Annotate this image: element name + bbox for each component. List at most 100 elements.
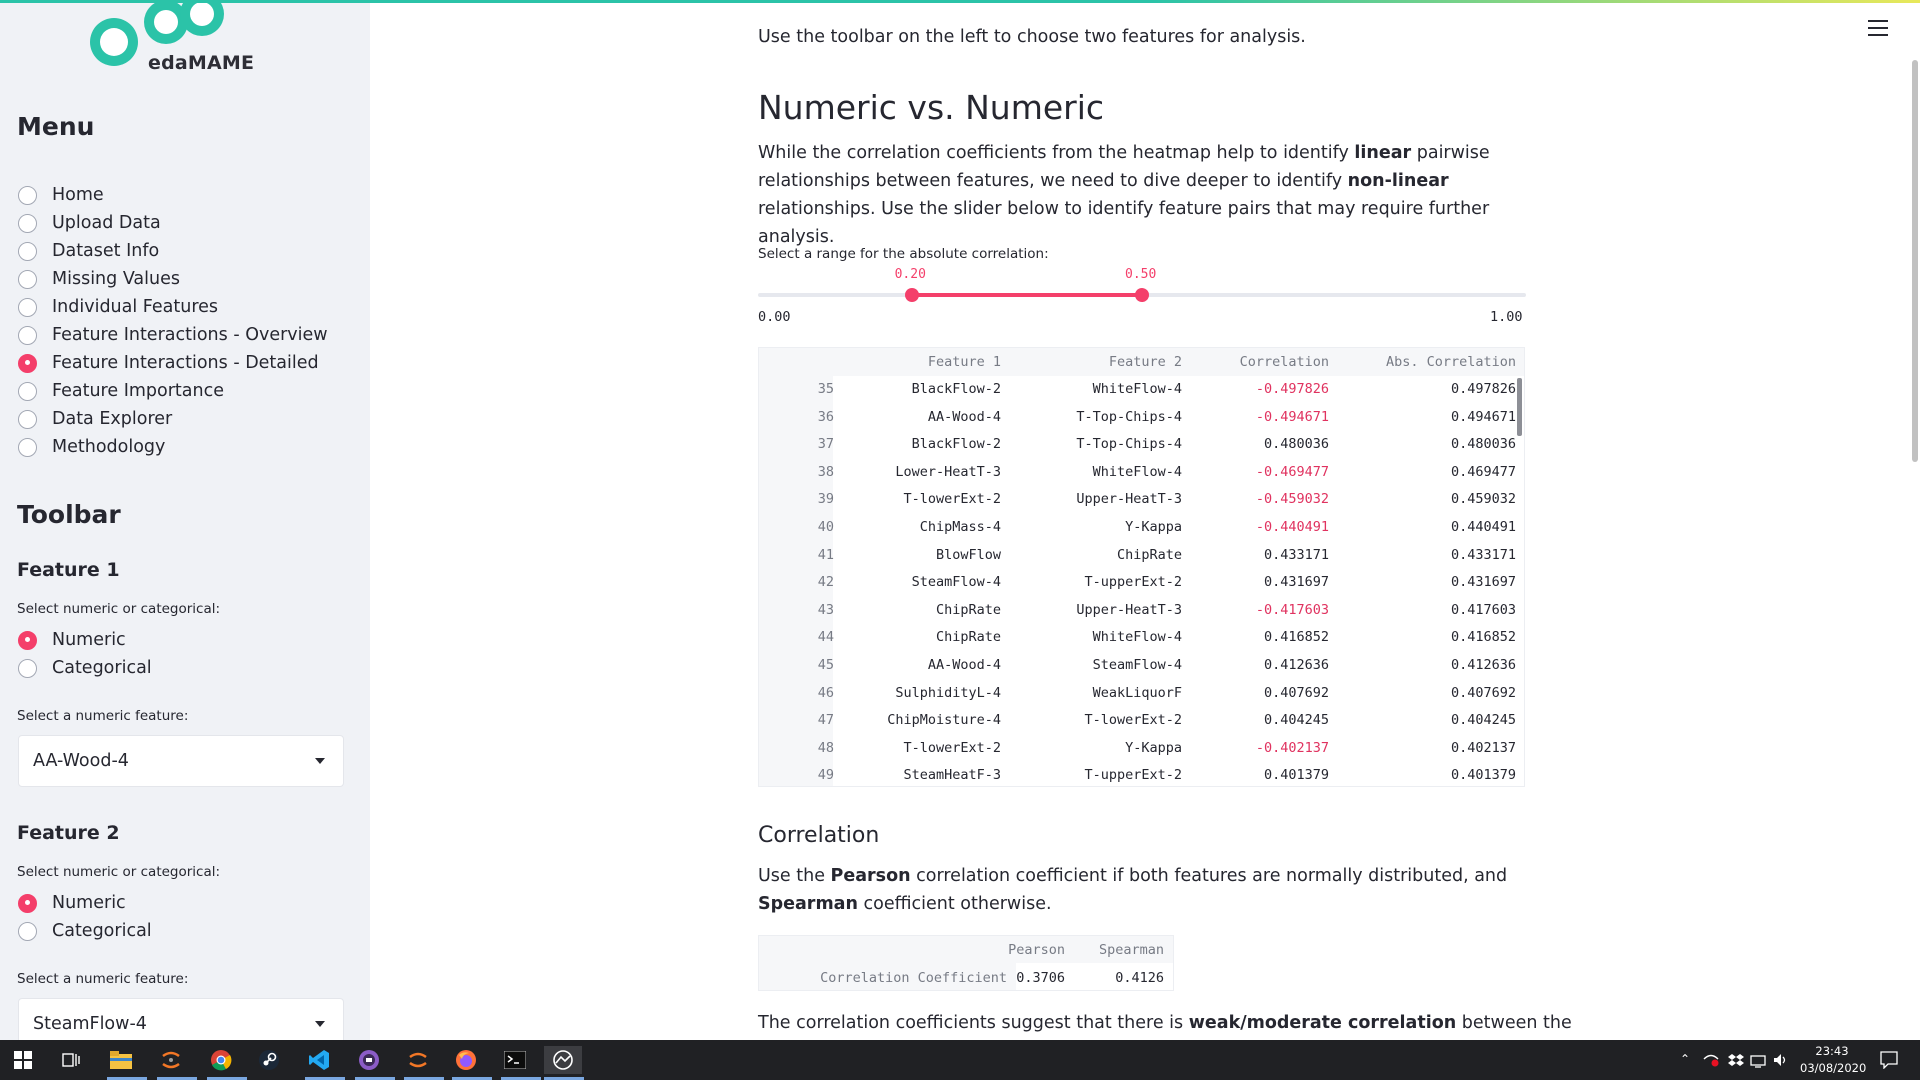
header-correlation: Correlation xyxy=(1239,354,1329,370)
bold-non-linear: non-linear xyxy=(1347,171,1449,191)
cell-feature1: AA-Wood-4 xyxy=(927,657,1001,673)
cell-feature1: SulphidityL-4 xyxy=(895,684,1001,701)
cell-feature2: WhiteFlow-4 xyxy=(1092,381,1182,397)
menu-item-label: Feature Interactions - Overview xyxy=(52,325,328,345)
task-view-icon[interactable] xyxy=(57,1046,85,1074)
radio-unselected-icon xyxy=(18,658,37,678)
steam-icon[interactable] xyxy=(255,1046,283,1074)
top-decoration-bar xyxy=(0,0,1920,3)
display-icon[interactable] xyxy=(1750,1053,1766,1072)
cell-feature2: WhiteFlow-4 xyxy=(1092,629,1182,646)
vscode-icon[interactable] xyxy=(305,1046,333,1074)
menu-item[interactable]: Missing Values xyxy=(18,266,180,292)
media-app-icon[interactable] xyxy=(355,1046,383,1074)
cell-feature1: ChipMoisture-4 xyxy=(887,712,1001,729)
menu-item[interactable]: Data Explorer xyxy=(18,406,172,432)
radio-selected-icon xyxy=(18,893,37,913)
cell-feature2: T-upperExt-2 xyxy=(1084,767,1182,784)
menu-item-label: Data Explorer xyxy=(52,409,173,429)
table-row: 40 ChipMass-4 Y-Kappa -0.440491 0.440491 xyxy=(759,514,1524,542)
chevron-down-icon xyxy=(315,758,325,764)
feature1-radio-categorical[interactable]: Categorical xyxy=(18,655,152,681)
volume-icon[interactable] xyxy=(1773,1052,1789,1071)
slider-low-thumb[interactable] xyxy=(904,288,919,302)
menu-item[interactable]: Individual Features xyxy=(18,294,218,320)
slider-min-label: 0.00 xyxy=(758,309,791,325)
cell-feature1: Lower-HeatT-3 xyxy=(895,463,1001,480)
correlation-heading: Correlation xyxy=(758,823,880,848)
section-heading: Numeric vs. Numeric xyxy=(758,88,1105,127)
slider-high-value: 0.50 xyxy=(1125,267,1157,282)
radio-unselected-icon xyxy=(18,437,37,457)
toolbar-title: Toolbar xyxy=(17,500,121,529)
terminal-icon[interactable] xyxy=(501,1046,529,1074)
chevron-up-icon[interactable]: ⌃ xyxy=(1680,1052,1690,1066)
cell-correlation: -0.440491 xyxy=(1255,519,1329,535)
text-span: correlation coefficient if both features… xyxy=(910,866,1508,886)
cell-feature2: Y-Kappa xyxy=(1125,739,1182,756)
menu-item[interactable]: Upload Data xyxy=(18,210,161,236)
ct-spearman-value: 0.4126 xyxy=(1115,970,1164,986)
radio-label: Categorical xyxy=(52,658,152,678)
cell-feature2: WhiteFlow-4 xyxy=(1092,463,1182,480)
menu-item[interactable]: Feature Interactions - Detailed xyxy=(18,350,319,376)
cell-feature1: BlackFlow-2 xyxy=(911,381,1001,397)
cell-abs-correlation: 0.416852 xyxy=(1450,629,1516,646)
text-span: Use the xyxy=(758,866,831,886)
correlation-paragraph: Use the Pearson correlation coefficient … xyxy=(758,862,1538,918)
menu-item[interactable]: Feature Interactions - Overview xyxy=(18,322,328,348)
cell-feature2: T-upperExt-2 xyxy=(1084,574,1182,591)
row-index: 47 xyxy=(817,712,834,729)
notification-icon[interactable] xyxy=(1880,1051,1898,1073)
header-feature2: Feature 2 xyxy=(1108,354,1182,370)
radio-unselected-icon xyxy=(18,213,37,233)
cell-abs-correlation: 0.480036 xyxy=(1450,436,1516,453)
table-row: 45 AA-Wood-4 SteamFlow-4 0.412636 0.412636 xyxy=(759,652,1524,680)
table-row: 43 ChipRate Upper-HeatT-3 -0.417603 0.417603 xyxy=(759,597,1524,625)
slider-max-label: 1.00 xyxy=(1490,309,1523,325)
firefox-icon[interactable] xyxy=(452,1046,480,1074)
feature2-select[interactable]: SteamFlow-4 xyxy=(18,998,344,1040)
taskbar-date[interactable]: 03/08/2020 xyxy=(1800,1060,1866,1077)
dropbox-icon[interactable] xyxy=(1728,1052,1744,1071)
cell-feature1: AA-Wood-4 xyxy=(927,408,1001,425)
cell-abs-correlation: 0.412636 xyxy=(1450,657,1516,673)
correlation-pairs-table[interactable]: Feature 1 Feature 2 Correlation Abs. Cor… xyxy=(758,347,1525,787)
menu-item[interactable]: Home xyxy=(18,182,104,208)
feature2-radio-numeric[interactable]: Numeric xyxy=(18,890,126,916)
cell-abs-correlation: 0.433171 xyxy=(1450,546,1516,563)
network-error-icon[interactable] xyxy=(1703,1052,1719,1071)
table-scrollbar[interactable] xyxy=(1517,378,1522,436)
anaconda-icon[interactable] xyxy=(544,1046,582,1074)
cell-feature1: ChipRate xyxy=(935,601,1001,618)
table-row: 44 ChipRate WhiteFlow-4 0.416852 0.416852 xyxy=(759,624,1524,652)
menu-item-label: Feature Importance xyxy=(52,381,224,401)
table-row: 37 BlackFlow-2 T-Top-Chips-4 0.480036 0.4800… xyxy=(759,431,1524,459)
radio-unselected-icon xyxy=(18,185,37,205)
sidebar: edaMAME Menu Home Upload Data Dataset Info… xyxy=(0,0,370,1040)
slider-high-thumb[interactable] xyxy=(1135,288,1149,302)
radio-label: Categorical xyxy=(52,921,152,941)
table-row: 42 SteamFlow-4 T-upperExt-2 0.431697 0.43169… xyxy=(759,569,1524,597)
windows-start-icon[interactable] xyxy=(9,1046,37,1074)
cell-feature2: Upper-HeatT-3 xyxy=(1076,491,1182,508)
jupyter-icon[interactable] xyxy=(157,1046,185,1074)
page-scrollbar[interactable] xyxy=(1912,60,1918,462)
menu-item[interactable]: Feature Importance xyxy=(18,378,224,404)
menu-item[interactable]: Methodology xyxy=(18,434,165,460)
chrome-icon[interactable] xyxy=(207,1046,235,1074)
feature1-radio-numeric[interactable]: Numeric xyxy=(18,627,126,653)
table-row: 35 BlackFlow-2 WhiteFlow-4 -0.497826 0.49782… xyxy=(759,376,1524,404)
taskbar-time[interactable]: 23:43 xyxy=(1800,1043,1864,1060)
slider-low-value: 0.20 xyxy=(894,267,926,282)
chevron-down-icon xyxy=(315,1021,325,1027)
jupyter-notebook-icon[interactable] xyxy=(404,1046,432,1074)
feature1-select[interactable]: AA-Wood-4 xyxy=(18,735,344,787)
hamburger-menu-icon[interactable] xyxy=(1868,20,1888,38)
radio-unselected-icon xyxy=(18,921,37,941)
feature1-select-value: AA-Wood-4 xyxy=(33,751,129,771)
cell-feature1: ChipMass-4 xyxy=(919,519,1001,535)
file-explorer-icon[interactable] xyxy=(107,1046,135,1074)
menu-item[interactable]: Dataset Info xyxy=(18,238,159,264)
feature2-radio-categorical[interactable]: Categorical xyxy=(18,918,152,944)
